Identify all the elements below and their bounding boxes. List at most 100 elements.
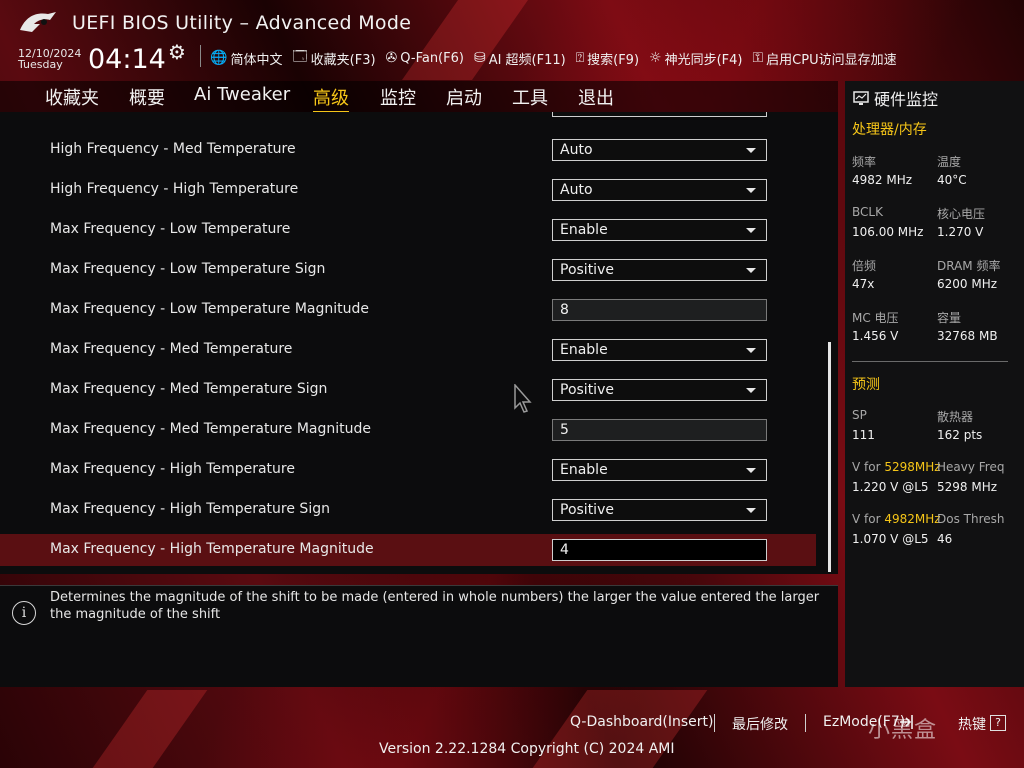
last-modified-button[interactable]: 最后修改 [732, 714, 788, 734]
dos-thresh-value: 46 [937, 532, 953, 546]
mouse-cursor-icon [514, 384, 532, 413]
bookmark-icon: 🗔 [292, 49, 308, 65]
search-label: 搜索(F9) [587, 52, 640, 68]
tab-ai-tweaker[interactable]: Ai Tweaker [194, 84, 290, 105]
settings-row[interactable]: High Frequency - Med Temperature Auto [0, 134, 816, 166]
setting-label: Max Frequency - High Temperature Sign [50, 501, 330, 517]
tab-monitor[interactable]: 监控 [380, 84, 416, 110]
setting-label: Max Frequency - Low Temperature Sign [50, 261, 326, 277]
divider [852, 361, 1008, 362]
divider [200, 45, 201, 67]
resizable-bar-button[interactable]: ⚿ 启用CPU访问显存加速 [753, 46, 897, 70]
resizable-bar-icon: ⚿ [752, 50, 764, 66]
setting-dropdown[interactable]: Positive [552, 379, 767, 401]
setting-label: Max Frequency - High Temperature Magnitu… [50, 541, 374, 557]
capacity-value: 32768 MB [937, 329, 998, 343]
tab-exit[interactable]: 退出 [578, 84, 614, 110]
setting-label: High Frequency - Med Temperature [50, 141, 296, 157]
settings-list: High Frequency - Med Temperature Auto High… [0, 112, 838, 574]
vfor-prefix: V for [852, 460, 885, 474]
ai-overclock-label: AI 超频(F11) [488, 52, 566, 68]
bclk-value: 106.00 MHz [852, 225, 924, 239]
favorites-label: 收藏夹(F3) [310, 52, 376, 68]
prediction-section: 预测 [852, 377, 880, 393]
setting-dropdown[interactable]: Auto [552, 179, 767, 201]
setting-input[interactable]: 8 [552, 299, 767, 321]
chevron-down-icon [746, 228, 756, 233]
qdashboard-button[interactable]: Q-Dashboard(Insert) [570, 714, 714, 730]
vfor-heavy-label: V for 5298MHz [852, 460, 941, 474]
tab-main[interactable]: 概要 [129, 84, 165, 110]
search-button[interactable]: ⍰ 搜索(F9) [576, 46, 639, 70]
setting-dropdown[interactable]: Positive [552, 499, 767, 521]
hotkeys-button[interactable]: 热键 [958, 714, 986, 734]
vfor-current-value: 1.070 V @L5 [852, 532, 929, 546]
watermark: 小黑盒 [868, 718, 938, 743]
settings-row[interactable]: Max Frequency - Med Temperature Magnitud… [0, 414, 816, 446]
clock[interactable]: 04:14 [88, 44, 166, 75]
gear-icon[interactable]: ⚙ [168, 40, 186, 64]
heavy-freq-value: 5298 MHz [937, 480, 998, 494]
settings-row[interactable]: Max Frequency - Med Temperature Enable [0, 334, 816, 366]
settings-row[interactable]: Max Frequency - Med Temperature Sign Posi… [0, 374, 816, 406]
setting-input[interactable]: 4 [552, 539, 767, 561]
setting-label: Max Frequency - Med Temperature [50, 341, 293, 357]
main-tabs: 收藏夹 概要 Ai Tweaker 高级 监控 启动 工具 退出 [0, 81, 838, 113]
settings-row[interactable]: Max Frequency - High Temperature Sign Pos… [0, 494, 816, 526]
language-button[interactable]: 🌐 简体中文 [210, 46, 282, 70]
mc-voltage-value: 1.456 V [852, 329, 899, 343]
setting-label: Max Frequency - Med Temperature Sign [50, 381, 328, 397]
divider [714, 714, 715, 732]
heavy-freq-label: Heavy Freq [937, 460, 1005, 474]
scrollbar[interactable] [828, 342, 831, 572]
setting-value: Positive [560, 382, 614, 398]
temp-value: 40°C [937, 173, 967, 187]
favorites-button[interactable]: 🗔 收藏夹(F3) [292, 46, 375, 70]
question-icon[interactable]: ? [990, 715, 1006, 731]
tab-tool[interactable]: 工具 [512, 84, 548, 110]
tab-favorites[interactable]: 收藏夹 [45, 84, 99, 110]
settings-row[interactable]: Max Frequency - Low Temperature Sign Posi… [0, 254, 816, 286]
tab-advanced[interactable]: 高级 [313, 84, 349, 113]
qfan-label: Q-Fan(F6) [400, 50, 464, 66]
setting-value: 5 [560, 422, 569, 438]
resizable-bar-label: 启用CPU访问显存加速 [766, 52, 897, 68]
help-text: Determines the magnitude of the shift to… [50, 590, 820, 622]
setting-label: High Frequency - High Temperature [50, 181, 299, 197]
chevron-down-icon [746, 188, 756, 193]
cpu-memory-section: 处理器/内存 [852, 122, 927, 138]
vfor-freq: 4982MHz [884, 512, 941, 526]
qfan-button[interactable]: ✇ Q-Fan(F6) [386, 46, 464, 70]
fan-icon: ✇ [385, 50, 398, 66]
setting-value: 8 [560, 302, 569, 318]
settings-row[interactable]: Max Frequency - High Temperature Enable [0, 454, 816, 486]
setting-value: 4 [560, 542, 569, 558]
dram-value: 6200 MHz [937, 277, 998, 291]
setting-dropdown[interactable]: Enable [552, 459, 767, 481]
capacity-label: 容量 [937, 311, 962, 325]
setting-input[interactable]: 5 [552, 419, 767, 441]
setting-dropdown[interactable]: Positive [552, 259, 767, 281]
chevron-down-icon [746, 148, 756, 153]
setting-value: Enable [560, 342, 608, 358]
ai-overclock-button[interactable]: ⛁ AI 超频(F11) [474, 46, 566, 70]
setting-value: Positive [560, 262, 614, 278]
vfor-freq: 5298MHz [884, 460, 941, 474]
dram-label: DRAM 频率 [937, 259, 1001, 273]
setting-label: Max Frequency - Low Temperature Magnitud… [50, 301, 369, 317]
settings-row[interactable]: Max Frequency - Low Temperature Enable [0, 214, 816, 246]
setting-dropdown[interactable]: Auto [552, 139, 767, 161]
settings-row[interactable]: Max Frequency - High Temperature Magnitu… [0, 534, 816, 566]
header: UEFI BIOS Utility – Advanced Mode 12/10/… [0, 0, 1024, 80]
settings-row[interactable]: High Frequency - High Temperature Auto [0, 174, 816, 206]
freq-label: 频率 [852, 155, 877, 169]
monitor-title: 硬件监控 [874, 90, 939, 109]
aura-button[interactable]: ☼ 神光同步(F4) [649, 46, 742, 70]
date-display[interactable]: 12/10/2024 Tuesday [18, 48, 81, 70]
settings-row[interactable]: Max Frequency - Low Temperature Magnitud… [0, 294, 816, 326]
globe-icon: 🌐 [210, 50, 228, 66]
setting-dropdown[interactable]: Enable [552, 339, 767, 361]
setting-dropdown[interactable]: Enable [552, 219, 767, 241]
setting-label: Max Frequency - Med Temperature Magnitud… [50, 421, 372, 437]
tab-boot[interactable]: 启动 [446, 84, 482, 110]
